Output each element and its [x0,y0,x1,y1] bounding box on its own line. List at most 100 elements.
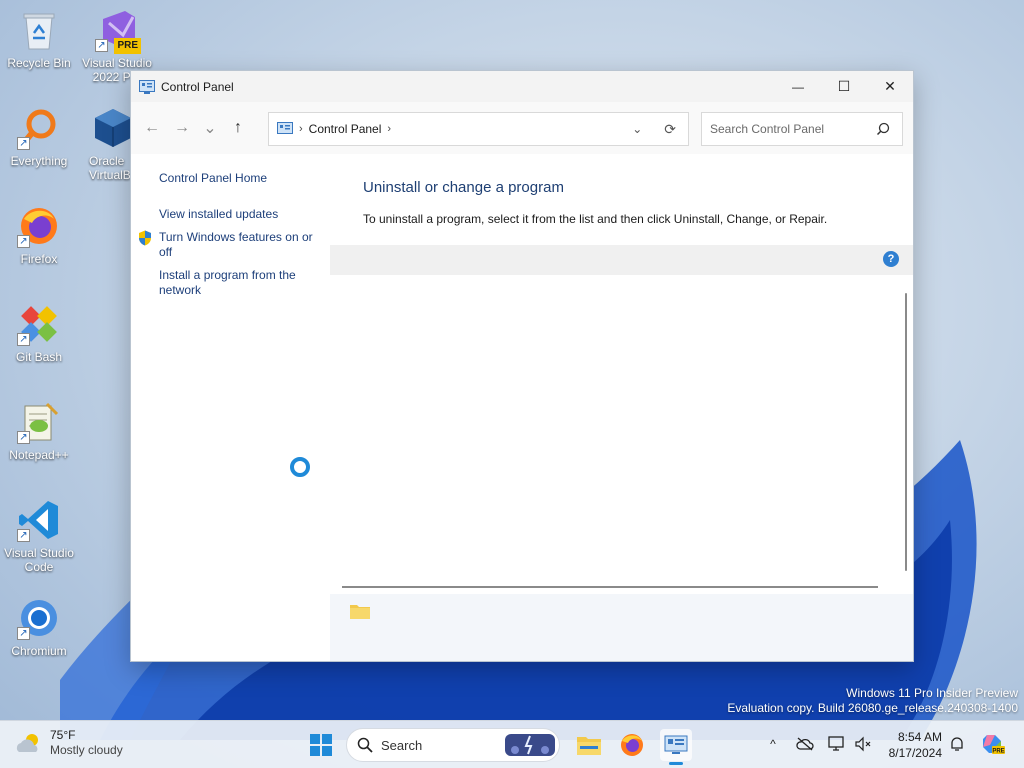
chevron-down-icon: ⌄ [203,120,217,137]
address-bar[interactable]: › Control Panel › ⌄ ⟳ [268,112,689,146]
desktop-icon-notepadpp[interactable]: ↗ Notepad++ [1,398,77,462]
forward-arrow-icon: → [174,119,190,136]
shortcut-arrow-icon: ↗ [17,431,30,444]
svg-text:PRE: PRE [992,749,1004,755]
desktop-icon-label: Everything [10,154,68,168]
desktop-icon-vscode[interactable]: ↗ Visual Studio Code [1,496,77,574]
chevron-right-icon[interactable]: › [387,123,391,135]
desktop-icon-label: Notepad++ [9,448,69,462]
sidebar-link-windows-features[interactable]: Turn Windows features on or off [159,230,319,260]
refresh-icon[interactable]: ⟳ [664,121,676,138]
visual-studio-icon: ↗ PRE [93,6,141,54]
search-icon [357,737,373,753]
taskbar-clock[interactable]: 8:54 AM 8/17/2024 [872,729,942,761]
search-box[interactable] [701,112,903,146]
desktop-icon-virtualbox[interactable]: Oracle VirtualB [79,104,131,182]
active-indicator [669,762,683,765]
shield-icon [139,230,151,246]
watermark-line-1: Windows 11 Pro Insider Preview [846,686,1018,700]
shortcut-arrow-icon: ↗ [17,235,30,248]
search-highlight-icon [505,734,555,756]
chevron-up-icon: ^ [770,737,776,751]
back-button[interactable]: ← [137,113,167,143]
tray-volume[interactable] [852,733,874,755]
loading-spinner-icon [290,457,310,477]
title-bar[interactable]: Control Panel — ☐ ✕ [131,71,913,102]
copilot-button[interactable]: PRE [980,733,1006,755]
recycle-bin-icon [15,6,63,54]
sidebar-link-install-from-network[interactable]: Install a program from the network [159,268,319,298]
start-button[interactable] [305,729,337,761]
weather-widget[interactable]: 75°F Mostly cloudy [14,728,123,758]
address-dropdown-icon[interactable]: ⌄ [632,122,642,136]
control-panel-icon [664,735,688,754]
desktop-icon-firefox[interactable]: ↗ Firefox [1,202,77,266]
taskbar-file-explorer[interactable] [573,729,605,761]
cloud-icon [16,734,38,752]
desktop-icon-chromium[interactable]: ↗ Chromium [1,594,77,658]
build-watermark: Windows 11 Pro Insider Preview Evaluatio… [727,686,1018,716]
shortcut-arrow-icon: ↗ [17,627,30,640]
window-title: Control Panel [161,79,234,94]
search-icon[interactable] [876,122,890,136]
tray-display[interactable] [826,733,848,755]
sidebar-link-home[interactable]: Control Panel Home [159,171,319,186]
notifications-button[interactable] [946,733,968,755]
recent-locations-button[interactable]: ⌄ [197,113,223,143]
back-arrow-icon: ← [144,119,160,136]
pre-badge: PRE [114,38,141,54]
git-bash-icon: ↗ [15,300,63,348]
chromium-icon: ↗ [15,594,63,642]
shortcut-arrow-icon: ↗ [17,333,30,346]
desktop-icon-git-bash[interactable]: ↗ Git Bash [1,300,77,364]
control-panel-icon [139,79,155,94]
close-button[interactable]: ✕ [867,71,913,102]
shortcut-arrow-icon: ↗ [95,39,108,52]
task-sidebar: Control Panel Home View installed update… [131,154,330,661]
minimize-icon: — [792,79,804,94]
page-description: To uninstall a program, select it from t… [363,212,828,226]
weather-condition: Mostly cloudy [50,743,123,757]
maximize-icon: ☐ [837,78,851,94]
main-content: Uninstall or change a program To uninsta… [330,154,913,661]
windows-logo-icon [310,734,332,756]
maximize-button[interactable]: ☐ [821,71,867,102]
monitor-icon [828,736,844,751]
taskbar-search-label: Search [381,737,423,753]
watermark-line-2: Evaluation copy. Build 26080.ge_release.… [727,701,1018,715]
control-panel-window: Control Panel — ☐ ✕ ← → ⌄ ↑ › Control Pa… [130,70,914,662]
clock-date: 8/17/2024 [888,746,942,760]
minimize-button[interactable]: — [775,71,821,102]
file-explorer-icon [577,737,601,755]
network-sound-icon [855,736,871,752]
desktop-icon-label: Oracle VirtualB [89,154,131,182]
help-icon[interactable]: ? [883,251,899,267]
program-list[interactable] [330,275,913,588]
desktop-icon-label: Firefox [20,252,58,266]
vertical-scrollbar[interactable] [905,293,907,571]
details-pane [330,594,913,661]
tray-network[interactable] [794,733,816,755]
firefox-icon: ↗ [15,202,63,250]
breadcrumb-control-panel[interactable]: Control Panel [309,122,382,136]
vscode-icon: ↗ [15,496,63,544]
virtualbox-icon [89,104,131,152]
bell-icon [951,737,963,751]
cloud-offline-icon [796,737,814,751]
horizontal-scrollbar[interactable] [342,586,878,588]
desktop-icon-label: Git Bash [15,350,63,364]
desktop-icon-recycle-bin[interactable]: Recycle Bin [1,6,77,70]
close-icon: ✕ [884,78,896,94]
desktop-icon-everything[interactable]: ↗ Everything [1,104,77,168]
everything-icon: ↗ [15,104,63,152]
clock-time: 8:54 AM [897,730,942,744]
forward-button[interactable]: → [167,113,197,143]
up-arrow-icon: ↑ [234,119,242,136]
taskbar-firefox[interactable] [616,729,648,761]
taskbar-control-panel[interactable] [660,729,692,765]
up-button[interactable]: ↑ [223,113,253,143]
show-hidden-icons-button[interactable]: ^ [762,733,784,755]
search-input[interactable] [710,122,876,136]
taskbar-search[interactable]: Search [346,728,560,762]
sidebar-link-installed-updates[interactable]: View installed updates [159,207,319,222]
